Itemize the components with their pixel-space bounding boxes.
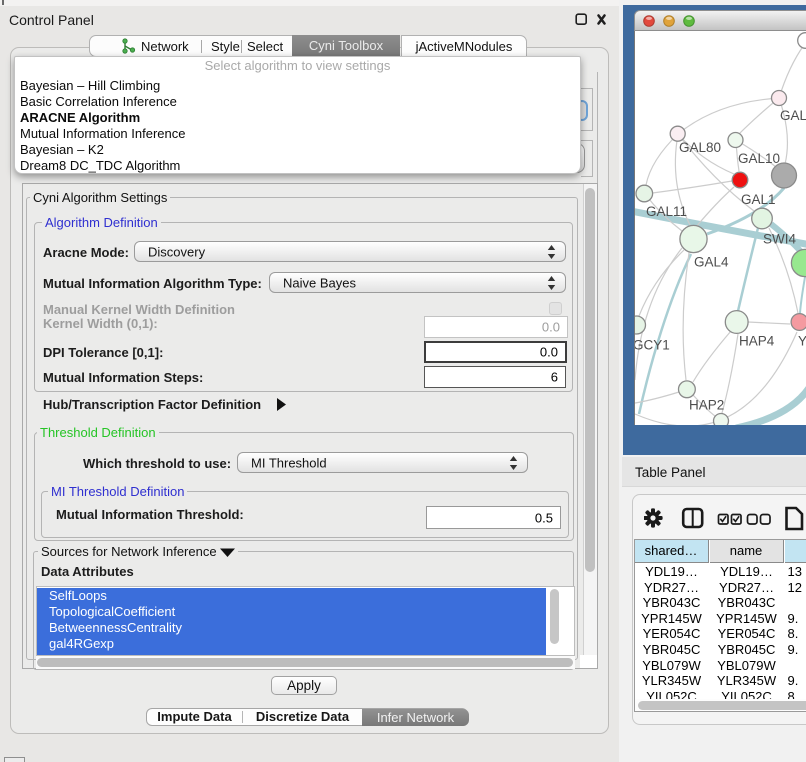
svg-text:HAP4: HAP4 [739, 334, 775, 349]
svg-text:GAL10: GAL10 [738, 151, 780, 166]
svg-text:GAL80: GAL80 [679, 140, 721, 155]
svg-text:GCY1: GCY1 [635, 338, 670, 353]
svg-text:GAL1: GAL1 [741, 192, 776, 207]
svg-text:GAL4: GAL4 [694, 255, 729, 270]
svg-text:GAL7: GAL7 [780, 108, 806, 123]
svg-text:Y: Y [798, 334, 806, 349]
svg-text:HAP2: HAP2 [689, 398, 724, 413]
svg-text:GAL11: GAL11 [646, 204, 687, 219]
svg-text:SWI4: SWI4 [763, 232, 796, 247]
